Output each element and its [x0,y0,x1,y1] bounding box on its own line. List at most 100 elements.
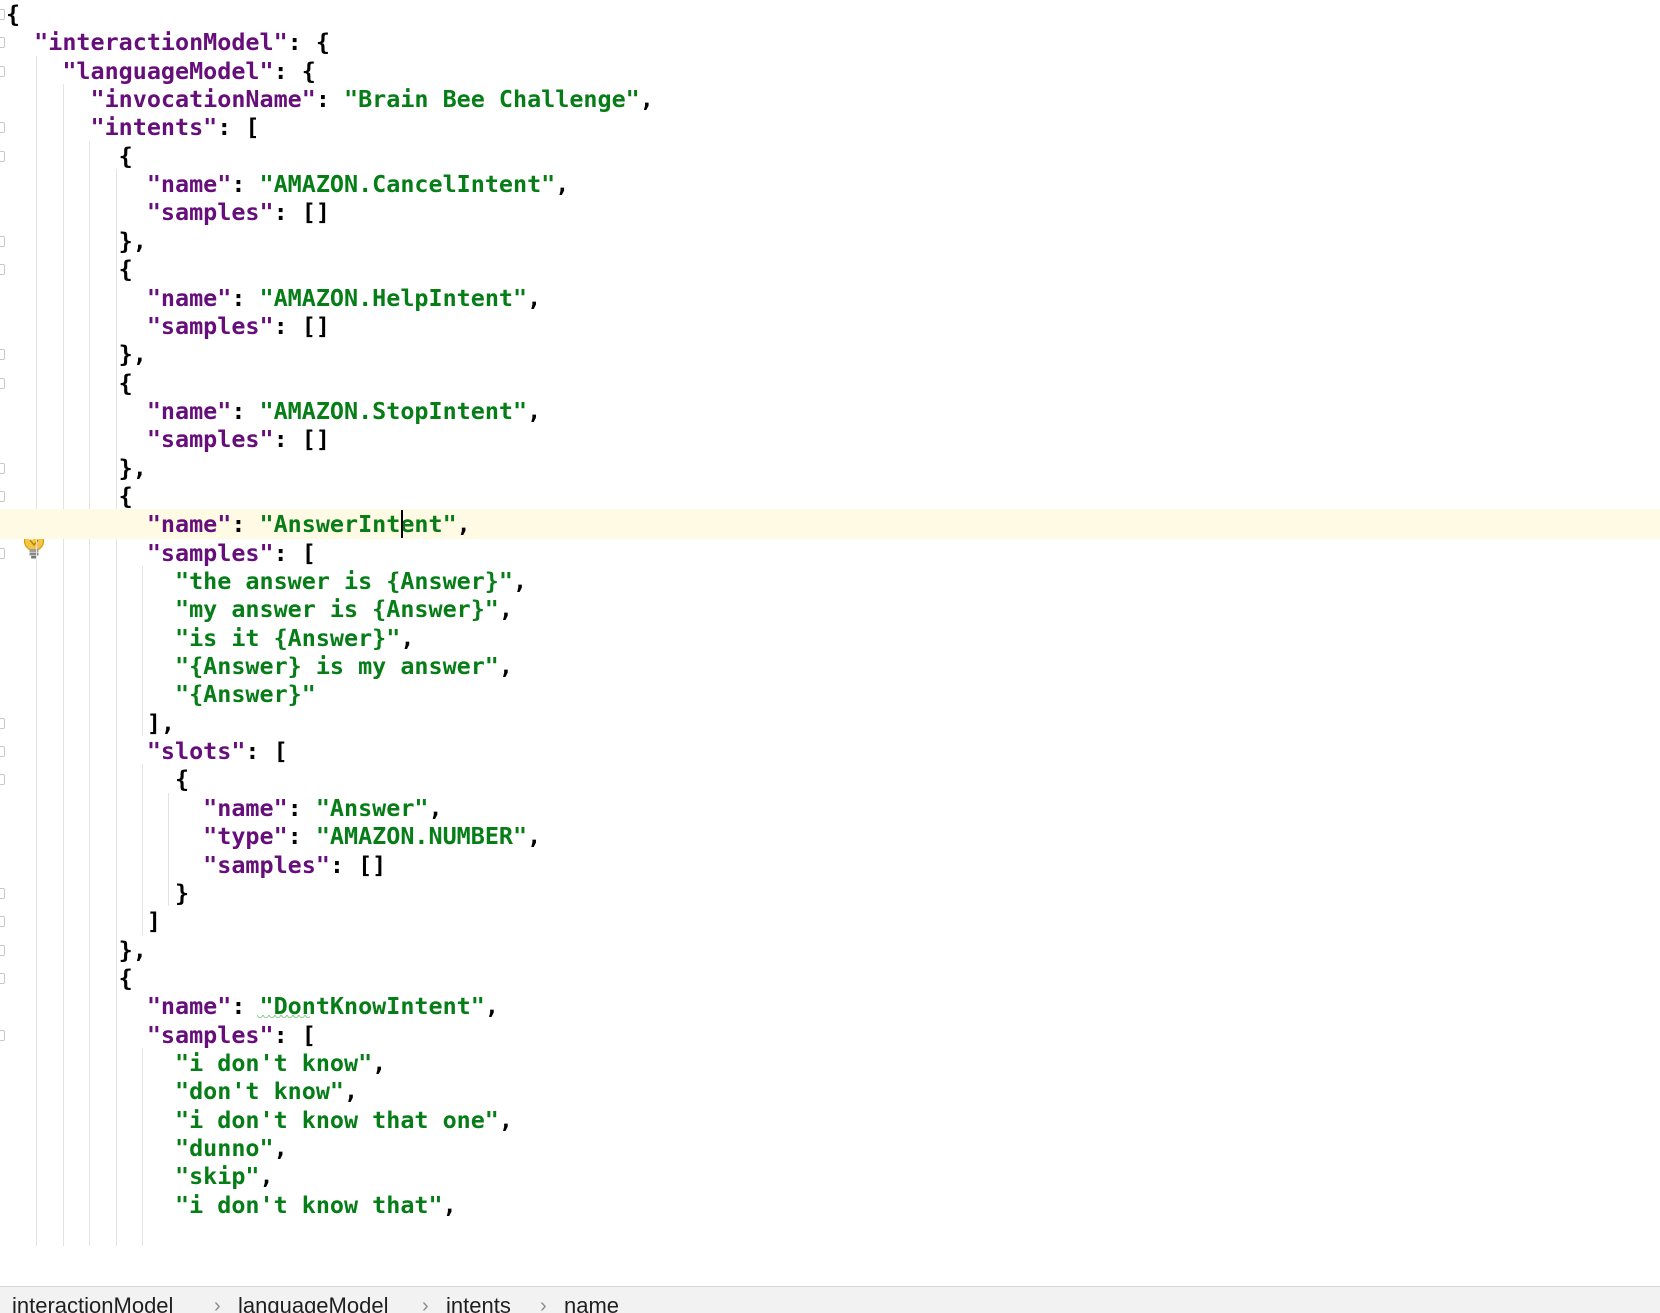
breadcrumb-separator: › [540,1295,547,1313]
code-line[interactable]: "name": "AMAZON.StopIntent", [0,396,1660,426]
json-punctuation: : [] [273,198,330,227]
json-key: "samples" [146,311,274,340]
code-line[interactable]: ] [0,906,1660,936]
breadcrumb-separator: › [422,1295,429,1313]
code-line[interactable]: "i don't know that", [0,1190,1660,1220]
code-line[interactable]: "name": "DontKnowIntent", [0,991,1660,1021]
code-line[interactable]: "name": "AMAZON.CancelIntent", [0,169,1660,199]
code-line[interactable]: "invocationName": "Brain Bee Challenge", [0,84,1660,114]
code-line[interactable]: { [0,963,1660,993]
json-punctuation [6,737,147,765]
json-key: "invocationName" [90,85,316,114]
json-string: "i don't know" [175,1048,373,1077]
code-line[interactable]: "samples": [] [0,311,1660,341]
code-line[interactable]: }, [0,935,1660,965]
json-punctuation: { [6,0,21,28]
code-line[interactable]: } [0,878,1660,908]
json-punctuation: }, [6,340,147,369]
code-line[interactable]: }, [0,226,1660,256]
json-punctuation: : [ [273,538,316,567]
json-punctuation: , [456,510,471,539]
code-line[interactable]: "{Answer}" [0,679,1660,709]
json-punctuation: : { [287,28,330,57]
code-line[interactable]: "name": "AMAZON.HelpIntent", [0,283,1660,313]
json-string: "AMAZON.HelpIntent" [259,283,528,312]
code-line[interactable]: "samples": [] [0,197,1660,227]
json-punctuation: , [555,170,570,199]
json-punctuation: { [6,368,133,397]
json-key: "name" [203,793,288,822]
json-punctuation [6,822,203,850]
code-line[interactable]: "i don't know that one", [0,1105,1660,1135]
json-string: "AMAZON.CancelIntent" [259,170,556,199]
code-line[interactable]: }, [0,453,1660,483]
code-line[interactable]: "interactionModel": { [0,27,1660,57]
json-punctuation: , [498,652,513,681]
code-line[interactable]: "samples": [] [0,424,1660,454]
code-line[interactable]: "is it {Answer}", [0,623,1660,653]
json-punctuation: : [] [329,850,387,879]
breadcrumb-item-name[interactable]: name [564,1293,619,1313]
json-punctuation: : [231,992,260,1021]
json-punctuation [6,539,147,567]
json-punctuation: : [ [245,737,288,766]
code-line[interactable]: "samples": [] [0,850,1660,880]
breadcrumb-item-languagemodel[interactable]: languageModel [238,1293,388,1313]
breadcrumb-item-interactionmodel[interactable]: interactionModel [12,1293,173,1313]
json-key: "name" [146,396,232,425]
code-line[interactable]: "don't know", [0,1076,1660,1106]
json-punctuation [6,1106,175,1134]
code-line[interactable]: "skip", [0,1161,1660,1191]
json-punctuation [6,624,175,652]
json-string: "Answer" [315,793,429,822]
json-punctuation [6,198,147,226]
json-punctuation: { [6,481,133,510]
json-punctuation: : { [273,56,316,85]
json-key: "samples" [203,850,330,879]
json-key: "samples" [146,425,274,454]
json-punctuation: , [442,1190,457,1219]
json-key: "name" [146,283,232,312]
code-line[interactable]: "dunno", [0,1133,1660,1163]
code-line[interactable]: { [0,0,1660,29]
json-punctuation: , [527,283,542,312]
code-line[interactable]: "slots": [ [0,736,1660,766]
json-punctuation: : [231,396,260,425]
code-line[interactable]: "name": "AnswerIntent", [0,509,1660,540]
code-editor[interactable]: { "interactionModel": { "languageModel":… [0,0,1660,1286]
breadcrumb-item-intents[interactable]: intents [446,1293,511,1313]
json-string: "AMAZON.NUMBER" [315,822,528,851]
json-punctuation [6,113,91,141]
json-punctuation: , [512,567,528,595]
code-line[interactable]: "the answer is {Answer}", [0,566,1660,596]
json-punctuation: : [ [273,1020,316,1049]
code-line[interactable]: "i don't know", [0,1048,1660,1078]
json-punctuation [6,425,147,453]
json-punctuation: : [287,793,316,822]
json-string: "dunno" [175,1134,274,1162]
json-punctuation: , [428,793,443,822]
text-caret [401,510,403,539]
code-line[interactable]: { [0,254,1660,284]
code-line[interactable]: "{Answer} is my answer", [0,651,1660,681]
code-line[interactable]: { [0,368,1660,398]
code-line[interactable]: "languageModel": { [0,56,1660,86]
code-line[interactable]: ], [0,708,1660,738]
code-line[interactable]: "intents": [ [0,112,1660,142]
code-line[interactable]: "type": "AMAZON.NUMBER", [0,821,1660,851]
code-line[interactable]: "my answer is {Answer}", [0,594,1660,624]
json-punctuation [6,595,175,623]
code-line[interactable]: { [0,481,1660,511]
json-key: "slots" [146,737,246,766]
json-key: "languageModel" [62,56,274,85]
json-string: "don't know" [175,1077,344,1106]
json-punctuation: : [ [217,113,260,142]
code-line[interactable]: { [0,141,1660,171]
json-punctuation: , [527,822,542,851]
code-line[interactable]: "samples": [ [0,538,1660,568]
code-line[interactable]: "name": "Answer", [0,793,1660,823]
code-line[interactable]: "samples": [ [0,1020,1660,1050]
spellcheck-squiggle [256,1015,310,1020]
code-line[interactable]: { [0,764,1660,794]
code-line[interactable]: }, [0,339,1660,369]
